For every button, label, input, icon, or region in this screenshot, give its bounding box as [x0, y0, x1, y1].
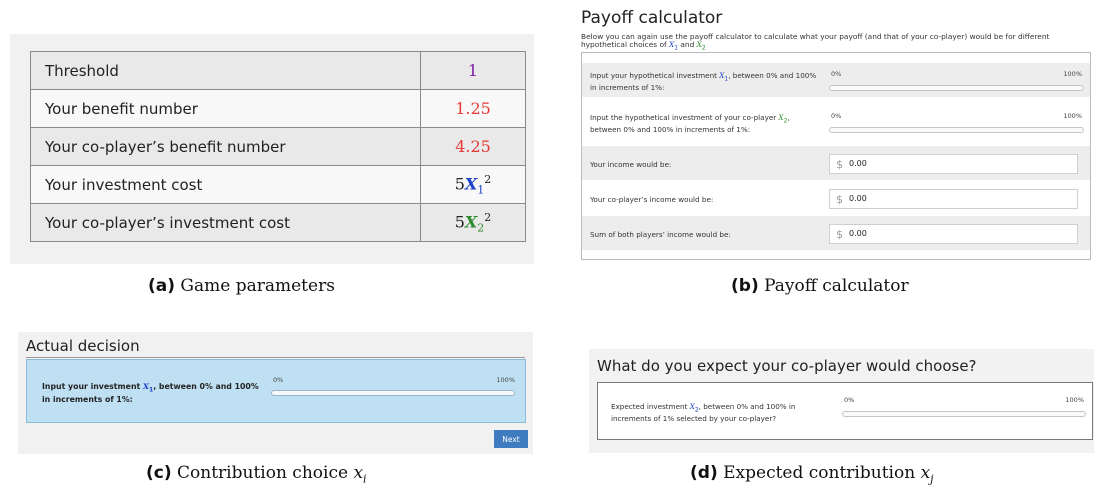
output-label: Your income would be: — [590, 160, 672, 169]
param-label-benefit: Your benefit number — [30, 89, 421, 128]
caption-sub: i — [363, 472, 367, 486]
slider-max-label: 100% — [1063, 70, 1082, 78]
cost-coefficient: 5 — [454, 174, 465, 194]
expected-choice-panel: What do you expect your co-player would … — [589, 349, 1094, 453]
sum-income-field[interactable]: $ 0.00 — [829, 224, 1078, 244]
caption-c: (c) Contribution choice xi — [146, 463, 367, 485]
caption-text: Expected contribution — [723, 463, 921, 483]
param-label-investment-cost: Your investment cost — [30, 165, 421, 204]
param-value-coplayer-benefit: 4.25 — [420, 127, 526, 166]
output-label: Your co-player’s income would be: — [590, 195, 714, 204]
caption-letter: (a) — [148, 276, 176, 296]
desc-text: Below you can again use the payoff calcu… — [581, 32, 1050, 49]
slider-label: Input your hypothetical investment X1, b… — [590, 71, 820, 92]
section-title: What do you expect your co-player would … — [597, 357, 977, 375]
param-value-investment-cost: 5X12 — [420, 165, 526, 204]
caption-sub: j — [930, 472, 934, 486]
caption-text: Payoff calculator — [764, 276, 909, 296]
param-label-coplayer-benefit: Your co-player’s benefit number — [30, 127, 421, 166]
label-text: Input your investment — [42, 382, 143, 391]
param-label-threshold: Threshold — [30, 51, 421, 90]
actual-decision-panel: Actual decision Input your investment X1… — [18, 332, 533, 454]
own-income-field[interactable]: $ 0.00 — [829, 154, 1078, 174]
decision-label: Input your investment X1, between 0% and… — [42, 382, 262, 404]
payoff-calculator-panel: Payoff calculator Below you can again us… — [577, 0, 1094, 262]
slider-label: Input the hypothetical investment of you… — [590, 113, 820, 134]
income-amount: 0.00 — [849, 229, 867, 238]
slider-max-label: 100% — [1063, 112, 1082, 120]
title-divider — [26, 357, 525, 358]
game-parameters-table: Threshold 1 Your benefit number 1.25 You… — [30, 51, 526, 242]
section-title: Actual decision — [26, 337, 140, 355]
cost-exponent: 2 — [484, 210, 492, 224]
table-row: Threshold 1 — [30, 51, 526, 90]
coplayer-income-field[interactable]: $ 0.00 — [829, 189, 1078, 209]
caption-var: x — [353, 463, 364, 483]
cost-variable: X — [464, 212, 478, 232]
income-amount: 0.00 — [849, 194, 867, 203]
game-parameters-panel: Threshold 1 Your benefit number 1.25 You… — [10, 34, 534, 264]
next-button[interactable]: Next — [494, 430, 528, 448]
caption-a: (a) Game parameters — [148, 276, 335, 296]
desc-text: and — [678, 40, 697, 49]
income-amount: 0.00 — [849, 159, 867, 168]
decision-box: Input your investment X1, between 0% and… — [26, 359, 526, 423]
var-sub: 2 — [701, 44, 706, 52]
table-row: Your benefit number 1.25 — [30, 89, 526, 128]
page-title: Payoff calculator — [581, 8, 723, 28]
slider-min-label: 0% — [831, 70, 842, 78]
expectation-label: Expected investment X2, between 0% and 1… — [611, 402, 836, 423]
caption-d: (d) Expected contribution xj — [690, 463, 934, 485]
param-value-coplayer-investment-cost: 5X22 — [420, 203, 526, 242]
output-row-coplayer-income: Your co-player’s income would be: $ 0.00 — [582, 181, 1090, 215]
dollar-icon: $ — [836, 228, 843, 241]
table-row: Your co-player’s investment cost 5X22 — [30, 203, 526, 242]
slider-min-label: 0% — [273, 376, 284, 384]
slider-min-label: 0% — [844, 396, 855, 404]
param-label-coplayer-investment-cost: Your co-player’s investment cost — [30, 203, 421, 242]
caption-letter: (b) — [731, 276, 759, 296]
cost-coefficient: 5 — [454, 212, 465, 232]
output-label: Sum of both players’ income would be: — [590, 230, 731, 239]
investment-slider[interactable] — [271, 390, 515, 396]
slider-row-own-investment: Input your hypothetical investment X1, b… — [582, 63, 1090, 97]
coplayer-investment-slider[interactable] — [829, 127, 1084, 133]
cost-variable: X — [464, 174, 478, 194]
caption-text: Contribution choice — [177, 463, 354, 483]
caption-text: Game parameters — [180, 276, 335, 296]
expectation-box: Expected investment X2, between 0% and 1… — [597, 382, 1093, 440]
own-investment-slider[interactable] — [829, 85, 1084, 91]
param-value-benefit: 1.25 — [420, 89, 526, 128]
cost-exponent: 2 — [484, 172, 492, 186]
label-text: Input your hypothetical investment — [590, 71, 720, 80]
caption-var: x — [920, 463, 931, 483]
param-value-threshold: 1 — [420, 51, 526, 90]
caption-letter: (c) — [146, 463, 172, 483]
calculator-form: Input your hypothetical investment X1, b… — [581, 52, 1091, 260]
slider-min-label: 0% — [831, 112, 842, 120]
caption-b: (b) Payoff calculator — [731, 276, 909, 296]
slider-row-coplayer-investment: Input the hypothetical investment of you… — [582, 105, 1090, 139]
label-text: Expected investment — [611, 402, 690, 411]
table-row: Your investment cost 5X12 — [30, 165, 526, 204]
label-text: Input the hypothetical investment of you… — [590, 113, 779, 122]
table-row: Your co-player’s benefit number 4.25 — [30, 127, 526, 166]
dollar-icon: $ — [836, 193, 843, 206]
calculator-description: Below you can again use the payoff calcu… — [581, 33, 1093, 52]
output-row-sum-income: Sum of both players’ income would be: $ … — [582, 216, 1090, 250]
dollar-icon: $ — [836, 158, 843, 171]
slider-max-label: 100% — [1065, 396, 1084, 404]
slider-max-label: 100% — [496, 376, 515, 384]
caption-letter: (d) — [690, 463, 718, 483]
output-row-own-income: Your income would be: $ 0.00 — [582, 146, 1090, 180]
expected-investment-slider[interactable] — [842, 411, 1086, 417]
